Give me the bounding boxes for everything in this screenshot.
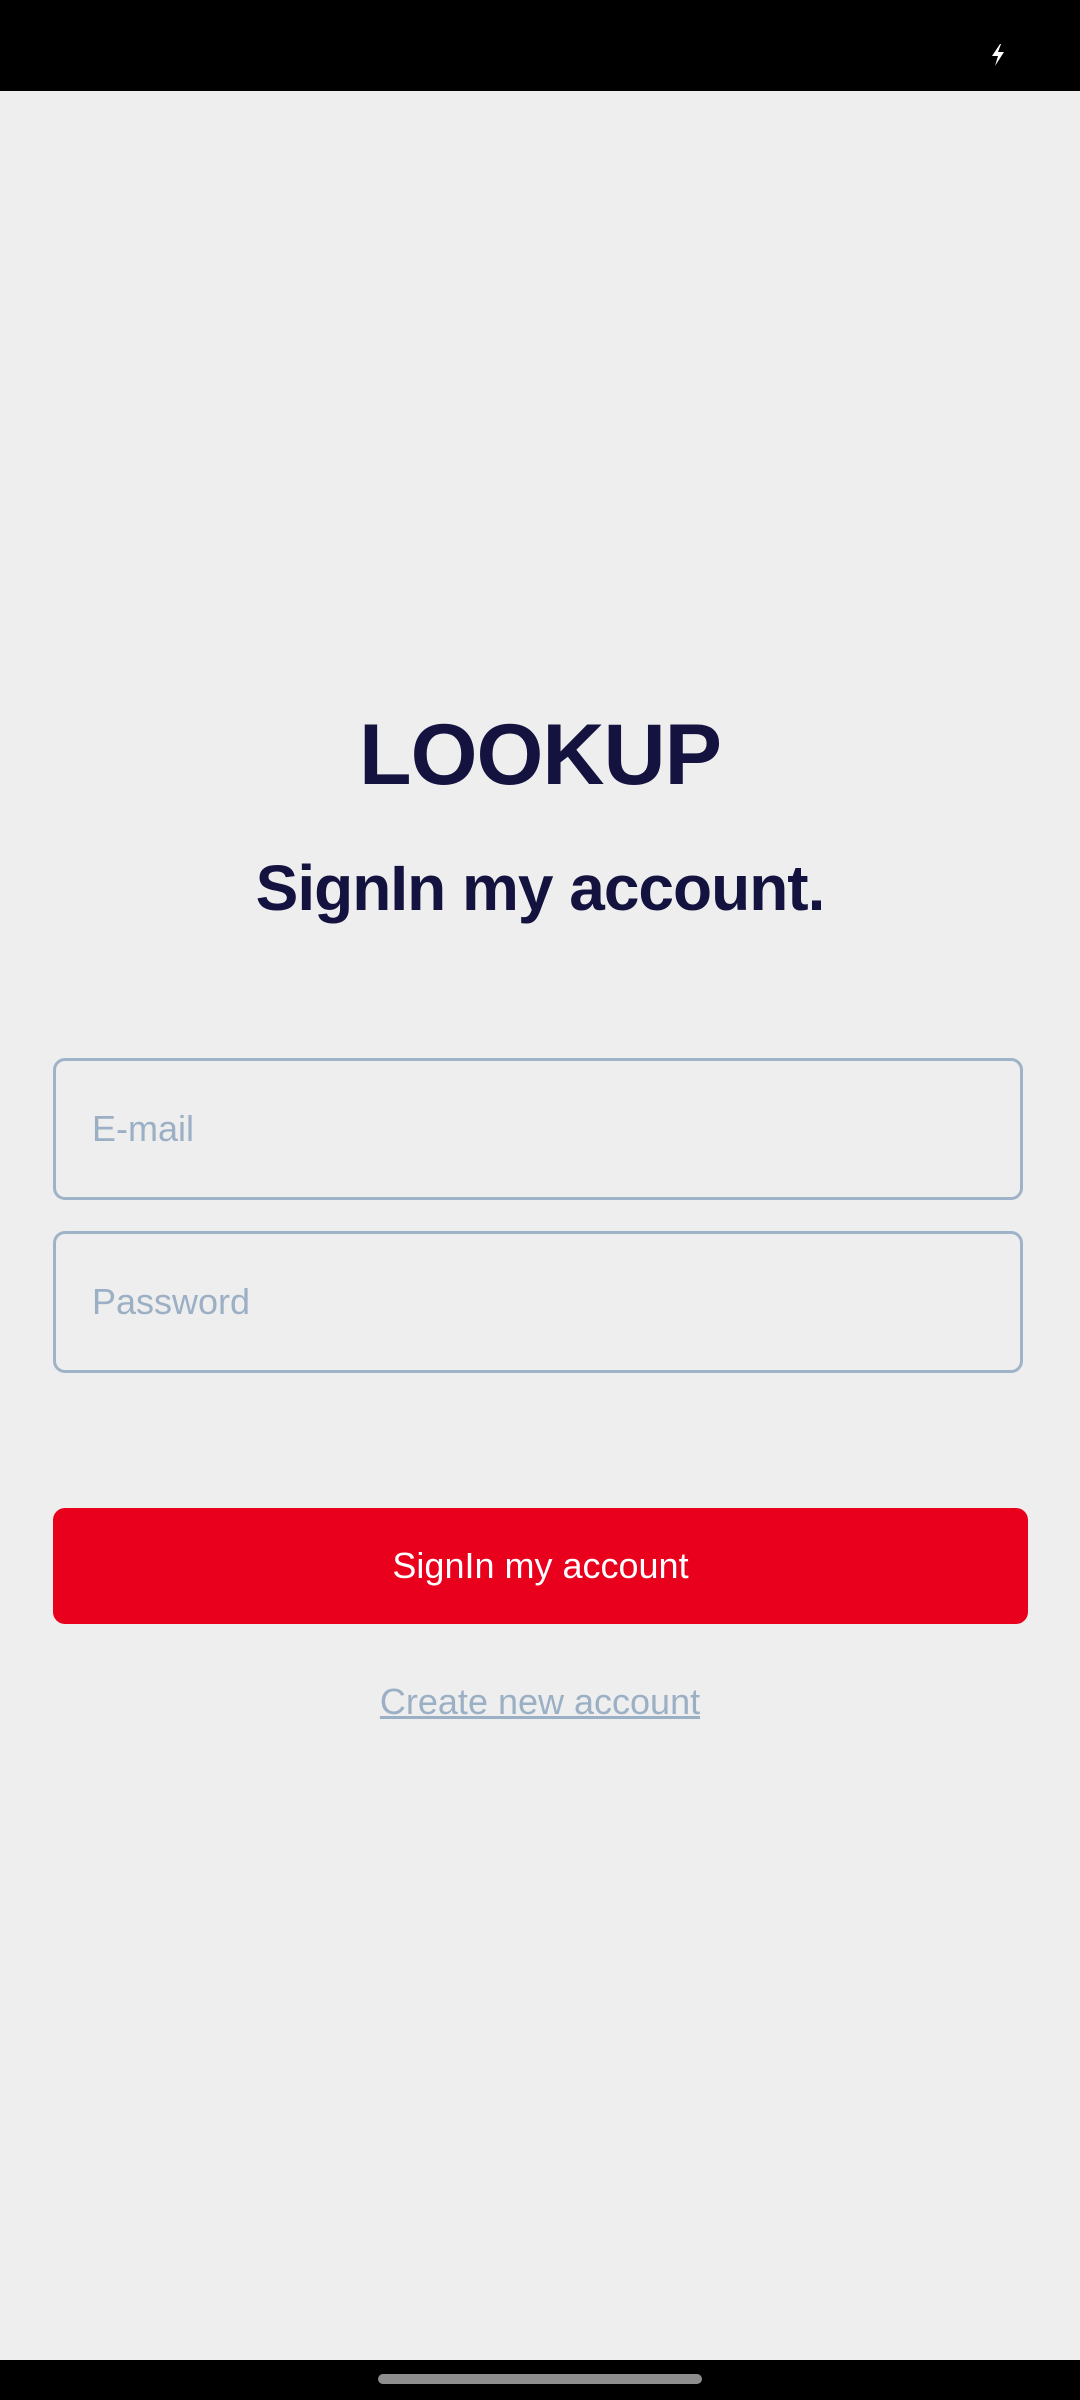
navigation-bar — [0, 2360, 1080, 2400]
app-title: LOOKUP — [359, 707, 722, 803]
email-field[interactable] — [53, 1058, 1023, 1200]
home-indicator[interactable] — [378, 2374, 702, 2384]
signin-button[interactable]: SignIn my account — [53, 1508, 1028, 1624]
charging-icon — [992, 44, 1004, 66]
password-field[interactable] — [53, 1231, 1023, 1373]
status-bar — [0, 0, 1080, 91]
create-account-link[interactable]: Create new account — [0, 1677, 1080, 1727]
page-subtitle: SignIn my account. — [255, 852, 826, 924]
